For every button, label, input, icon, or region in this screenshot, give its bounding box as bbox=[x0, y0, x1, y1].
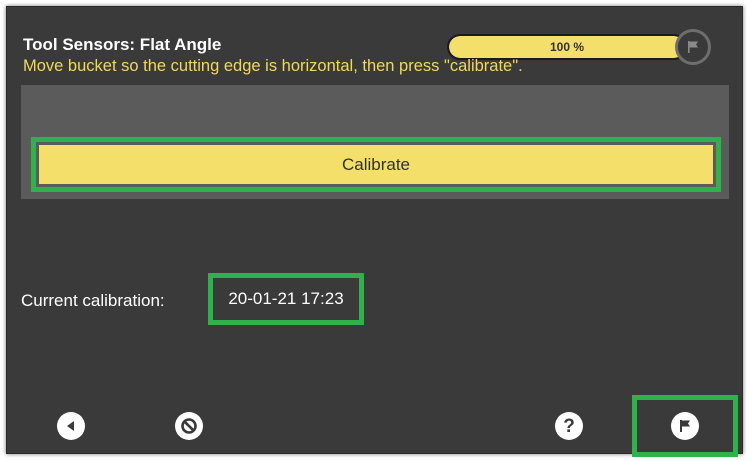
calibrate-button-highlight: Calibrate bbox=[31, 137, 721, 192]
calibrate-button[interactable]: Calibrate bbox=[39, 145, 713, 184]
current-calibration-value: 20-01-21 17:23 bbox=[228, 289, 344, 308]
cancel-icon[interactable] bbox=[175, 412, 203, 440]
progress-label: 100 % bbox=[549, 40, 585, 54]
current-calibration-label: Current calibration: bbox=[21, 291, 165, 310]
finish-button-highlight bbox=[632, 395, 738, 457]
instruction-text: Move bucket so the cutting edge is horiz… bbox=[23, 57, 523, 75]
calibration-screen: Tool Sensors: Flat Angle 100 % Move buck… bbox=[6, 6, 743, 457]
back-arrow-icon[interactable] bbox=[57, 412, 85, 440]
page-title: Tool Sensors: Flat Angle bbox=[23, 35, 222, 54]
help-icon[interactable]: ? bbox=[555, 412, 583, 440]
flag-icon[interactable] bbox=[671, 412, 699, 440]
current-calibration-highlight: 20-01-21 17:23 bbox=[208, 273, 364, 325]
